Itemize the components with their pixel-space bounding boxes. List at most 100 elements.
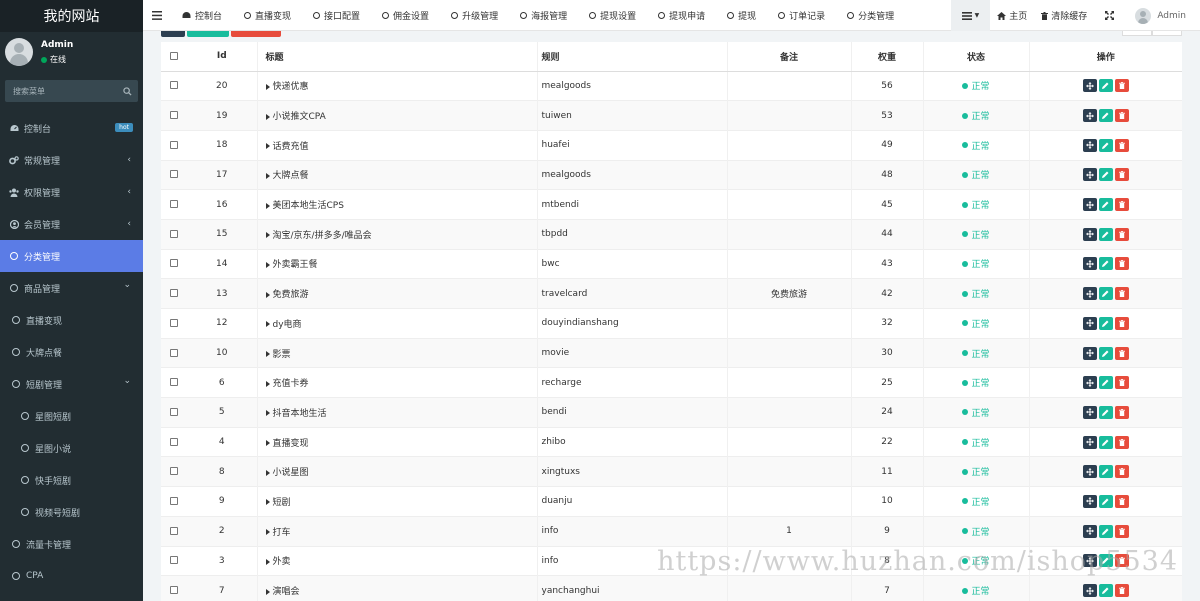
sidebar-item-13[interactable]: 流量卡管理 (0, 528, 143, 560)
delete-row-button[interactable] (1114, 198, 1129, 212)
drag-sort-button[interactable] (1082, 405, 1097, 419)
sidebar-item-11[interactable]: 快手短剧 (0, 464, 143, 496)
table-row[interactable]: 3 外卖 info 8 正常 (161, 545, 1182, 576)
table-row[interactable]: 12 dy电商 douyindianshang 32 正常 (161, 308, 1182, 339)
cell-title[interactable]: dy电商 (257, 308, 538, 339)
clear-cache-button[interactable]: 清除缓存 (1034, 0, 1094, 31)
tab-5[interactable]: 海报管理 (509, 0, 578, 31)
edit-button[interactable] (1098, 198, 1113, 212)
tab-0[interactable]: 控制台 (171, 0, 233, 31)
table-row[interactable]: 17 大牌点餐 mealgoods 48 正常 (161, 159, 1182, 190)
user-menu[interactable]: Admin (1125, 0, 1200, 31)
edit-button[interactable] (1098, 494, 1113, 508)
table-row[interactable]: 8 小说星图 xingtuxs 11 正常 (161, 456, 1182, 487)
drag-sort-button[interactable] (1082, 346, 1097, 360)
edit-button[interactable] (1098, 554, 1113, 568)
caret-right-icon[interactable] (265, 232, 270, 239)
table-row[interactable]: 4 直播变现 zhibo 22 正常 (161, 426, 1182, 457)
edit-button[interactable] (1098, 168, 1113, 182)
delete-row-button[interactable] (1114, 554, 1129, 568)
delete-row-button[interactable] (1114, 376, 1129, 390)
edit-button[interactable] (1098, 227, 1113, 241)
drag-sort-button[interactable] (1082, 168, 1097, 182)
edit-button[interactable] (1098, 376, 1113, 390)
drag-sort-button[interactable] (1082, 227, 1097, 241)
sidebar-item-9[interactable]: 星图短剧 (0, 400, 143, 432)
row-checkbox[interactable] (170, 496, 178, 505)
edit-button[interactable] (1098, 346, 1113, 360)
edit-button[interactable] (1098, 79, 1113, 93)
row-checkbox[interactable] (170, 378, 178, 387)
caret-right-icon[interactable] (265, 113, 270, 120)
header-rule[interactable]: 规则 (537, 42, 728, 72)
delete-row-button[interactable] (1114, 227, 1129, 241)
cell-title[interactable]: 小说推文CPA (257, 100, 538, 131)
sidebar-toggle-icon[interactable] (143, 0, 171, 31)
table-row[interactable]: 10 影票 movie 30 正常 (161, 337, 1182, 368)
drag-sort-button[interactable] (1082, 198, 1097, 212)
sidebar-item-3[interactable]: 会员管理 ‹ (0, 208, 143, 240)
sidebar-item-12[interactable]: 视频号短剧 (0, 496, 143, 528)
caret-right-icon[interactable] (265, 172, 270, 179)
delete-row-button[interactable] (1114, 316, 1129, 330)
row-checkbox[interactable] (170, 289, 178, 298)
table-row[interactable]: 16 美团本地生活CPS mtbendi 45 正常 (161, 189, 1182, 220)
table-row[interactable]: 18 话费充值 huafei 49 正常 (161, 129, 1182, 161)
row-checkbox[interactable] (170, 407, 178, 416)
row-checkbox[interactable] (170, 586, 178, 595)
caret-right-icon[interactable] (265, 529, 270, 536)
multitab-menu-button[interactable]: ▼ (950, 0, 991, 31)
row-checkbox[interactable] (170, 467, 178, 476)
header-id[interactable]: Id (187, 42, 258, 72)
sidebar-item-2[interactable]: 权限管理 ‹ (0, 176, 143, 208)
delete-row-button[interactable] (1114, 257, 1129, 271)
delete-row-button[interactable] (1114, 524, 1129, 538)
delete-row-button[interactable] (1114, 494, 1129, 508)
cell-title[interactable]: 淘宝/京东/拼多多/唯品会 (257, 218, 538, 250)
drag-sort-button[interactable] (1082, 376, 1097, 390)
cell-title[interactable]: 直播变现 (257, 426, 538, 457)
delete-button[interactable] (231, 31, 281, 37)
delete-row-button[interactable] (1114, 346, 1129, 360)
tab-2[interactable]: 接口配置 (302, 0, 371, 31)
cell-title[interactable]: 短剧 (257, 486, 538, 517)
row-checkbox[interactable] (170, 526, 178, 535)
sidebar-item-14[interactable]: CPA (0, 560, 143, 592)
sidebar-item-0[interactable]: 控制台 hot (0, 112, 143, 144)
sidebar-item-8[interactable]: 短剧管理 ⌄ (0, 368, 143, 400)
row-checkbox[interactable] (170, 200, 178, 209)
refresh-button[interactable] (161, 31, 185, 37)
row-checkbox[interactable] (170, 229, 178, 238)
row-checkbox[interactable] (170, 348, 178, 357)
drag-sort-button[interactable] (1082, 554, 1097, 568)
cell-title[interactable]: 打车 (257, 515, 538, 546)
drag-sort-button[interactable] (1082, 316, 1097, 330)
tab-9[interactable]: 订单记录 (767, 0, 836, 31)
drag-sort-button[interactable] (1082, 79, 1097, 93)
drag-sort-button[interactable] (1082, 584, 1097, 598)
table-row[interactable]: 2 打车 info 1 9 正常 (161, 515, 1182, 546)
table-row[interactable]: 15 淘宝/京东/拼多多/唯品会 tbpdd 44 正常 (161, 218, 1182, 250)
header-note[interactable]: 备注 (727, 42, 852, 72)
caret-right-icon[interactable] (265, 143, 270, 150)
caret-right-icon[interactable] (265, 291, 270, 298)
sidebar-item-4[interactable]: 分类管理 (0, 240, 143, 272)
tab-3[interactable]: 佣金设置 (371, 0, 440, 31)
table-row[interactable]: 7 演唱会 yanchanghui 7 正常 (161, 575, 1182, 601)
delete-row-button[interactable] (1114, 435, 1129, 449)
caret-right-icon[interactable] (265, 410, 270, 417)
drag-sort-button[interactable] (1082, 257, 1097, 271)
delete-row-button[interactable] (1114, 287, 1129, 301)
cell-title[interactable]: 大牌点餐 (257, 159, 538, 190)
drag-sort-button[interactable] (1082, 435, 1097, 449)
delete-row-button[interactable] (1114, 109, 1129, 123)
delete-row-button[interactable] (1114, 584, 1129, 598)
table-tool-button[interactable] (1152, 31, 1182, 36)
table-row[interactable]: 19 小说推文CPA tuiwen 53 正常 (161, 100, 1182, 131)
edit-button[interactable] (1098, 109, 1113, 123)
caret-right-icon[interactable] (265, 499, 270, 506)
header-status[interactable]: 状态 (923, 42, 1030, 72)
drag-sort-button[interactable] (1082, 287, 1097, 301)
edit-button[interactable] (1098, 257, 1113, 271)
table-row[interactable]: 13 免费旅游 travelcard 免费旅游 42 正常 (161, 278, 1182, 309)
